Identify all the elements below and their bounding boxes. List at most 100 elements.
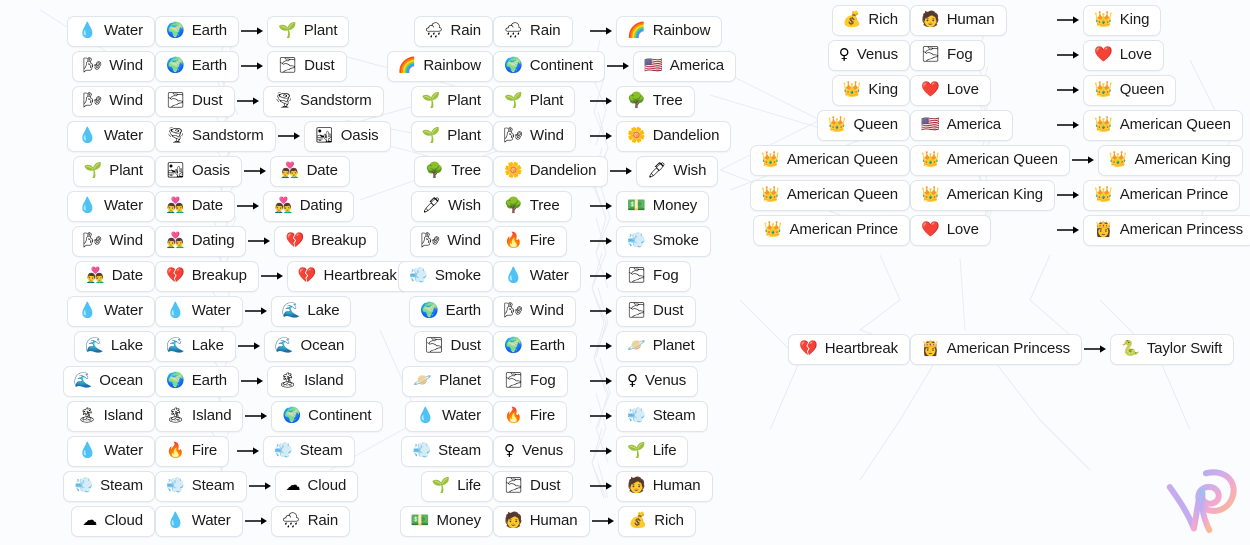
- element-card-oasis[interactable]: 🏜 Oasis: [155, 155, 242, 187]
- element-card-continent[interactable]: 🌍 Continent: [493, 50, 605, 82]
- element-card-rainbow[interactable]: 🌈 Rainbow: [616, 15, 723, 47]
- element-card-dating[interactable]: 👨‍❤️‍👨 Dating: [155, 225, 247, 257]
- element-card-venus[interactable]: ♀ Venus: [827, 39, 910, 71]
- element-card-american-queen[interactable]: 👑 American Queen: [1083, 109, 1243, 141]
- element-card-heartbreak[interactable]: 💔 Heartbreak: [788, 333, 910, 365]
- element-card-wind[interactable]: 🌬 Wind: [72, 85, 155, 117]
- element-card-rich[interactable]: 💰 Rich: [831, 4, 910, 36]
- element-card-water[interactable]: 💧 Water: [67, 190, 155, 222]
- element-card-cloud[interactable]: ☁ Cloud: [274, 470, 359, 502]
- element-card-plant[interactable]: 🌱 Plant: [410, 85, 493, 117]
- element-card-american-prince[interactable]: 👑 American Prince: [1083, 179, 1241, 211]
- element-card-ocean[interactable]: 🌊 Ocean: [263, 330, 357, 362]
- element-card-water[interactable]: 💧 Water: [67, 295, 155, 327]
- element-card-smoke[interactable]: 💨 Smoke: [398, 260, 493, 292]
- element-card-american-princess[interactable]: 👸 American Princess: [1083, 214, 1250, 246]
- element-card-america[interactable]: 🇺🇸 America: [910, 109, 1013, 141]
- element-card-human[interactable]: 🧑 Human: [910, 4, 1007, 36]
- element-card-steam[interactable]: 💨 Steam: [263, 435, 355, 467]
- element-card-wish[interactable]: 🖊 Wish: [411, 190, 493, 222]
- element-card-love[interactable]: ❤️ Love: [910, 214, 991, 246]
- element-card-venus[interactable]: ♀ Venus: [616, 365, 699, 397]
- element-card-dust[interactable]: 🌫 Dust: [616, 295, 696, 327]
- element-card-life[interactable]: 🌱 Life: [420, 470, 493, 502]
- element-card-sandstorm[interactable]: 🌪 Sandstorm: [155, 120, 276, 152]
- element-card-tree[interactable]: 🌳 Tree: [616, 85, 695, 117]
- element-card-rain[interactable]: 🌧 Rain: [413, 15, 493, 47]
- element-card-fog[interactable]: 🌫 Fog: [493, 365, 568, 397]
- element-card-tree[interactable]: 🌳 Tree: [414, 155, 493, 187]
- element-card-dust[interactable]: 🌫 Dust: [413, 330, 493, 362]
- element-card-american-prince[interactable]: 👑 American Prince: [752, 214, 910, 246]
- element-card-american-king[interactable]: 👑 American King: [910, 179, 1055, 211]
- element-card-sandstorm[interactable]: 🌪 Sandstorm: [263, 85, 384, 117]
- element-card-queen[interactable]: 👑 Queen: [1083, 74, 1177, 106]
- element-card-fire[interactable]: 🔥 Fire: [155, 435, 230, 467]
- element-card-breakup[interactable]: 💔 Breakup: [155, 260, 259, 292]
- element-card-smoke[interactable]: 💨 Smoke: [616, 225, 711, 257]
- element-card-wind[interactable]: 🌬 Wind: [410, 225, 493, 257]
- element-card-wind[interactable]: 🌬 Wind: [72, 50, 155, 82]
- element-card-american-queen[interactable]: 👑 American Queen: [910, 144, 1070, 176]
- element-card-plant[interactable]: 🌱 Plant: [493, 85, 576, 117]
- element-card-water[interactable]: 💧 Water: [493, 260, 581, 292]
- element-card-island[interactable]: 🏝 Island: [267, 365, 356, 397]
- element-card-water[interactable]: 💧 Water: [67, 120, 155, 152]
- element-card-wind[interactable]: 🌬 Wind: [493, 120, 576, 152]
- element-card-fog[interactable]: 🌫 Fog: [616, 260, 691, 292]
- element-card-love[interactable]: ❤️ Love: [1083, 39, 1164, 71]
- element-card-steam[interactable]: 💨 Steam: [616, 400, 708, 432]
- element-card-plant[interactable]: 🌱 Plant: [267, 15, 350, 47]
- element-card-steam[interactable]: 💨 Steam: [155, 470, 247, 502]
- element-card-earth[interactable]: 🌍 Earth: [155, 15, 240, 47]
- element-card-wind[interactable]: 🌬 Wind: [493, 295, 576, 327]
- element-card-water[interactable]: 💧 Water: [67, 435, 155, 467]
- element-card-earth[interactable]: 🌍 Earth: [155, 365, 240, 397]
- element-card-king[interactable]: 👑 King: [831, 74, 910, 106]
- element-card-dandelion[interactable]: 🌼 Dandelion: [493, 155, 609, 187]
- element-card-american-princess[interactable]: 👸 American Princess: [910, 333, 1083, 365]
- element-card-island[interactable]: 🏝 Island: [66, 400, 155, 432]
- element-card-love[interactable]: ❤️ Love: [910, 74, 991, 106]
- element-card-king[interactable]: 👑 King: [1083, 4, 1162, 36]
- element-card-fire[interactable]: 🔥 Fire: [493, 225, 568, 257]
- element-card-breakup[interactable]: 💔 Breakup: [274, 225, 379, 257]
- element-card-wish[interactable]: 🖊 Wish: [636, 155, 719, 187]
- element-card-lake[interactable]: 🌊 Lake: [155, 330, 236, 362]
- element-card-lake[interactable]: 🌊 Lake: [270, 295, 352, 327]
- element-card-american-queen[interactable]: 👑 American Queen: [750, 144, 910, 176]
- element-card-dandelion[interactable]: 🌼 Dandelion: [616, 120, 732, 152]
- element-card-plant[interactable]: 🌱 Plant: [72, 155, 155, 187]
- element-card-rainbow[interactable]: 🌈 Rainbow: [386, 50, 493, 82]
- element-card-lake[interactable]: 🌊 Lake: [74, 330, 155, 362]
- element-card-water[interactable]: 💧 Water: [67, 15, 155, 47]
- element-card-queen[interactable]: 👑 Queen: [816, 109, 910, 141]
- element-card-cloud[interactable]: ☁ Cloud: [71, 505, 155, 537]
- element-card-continent[interactable]: 🌍 Continent: [271, 400, 384, 432]
- element-card-plant[interactable]: 🌱 Plant: [410, 120, 493, 152]
- element-card-oasis[interactable]: 🏜 Oasis: [303, 120, 391, 152]
- element-card-taylor-swift[interactable]: 🐍 Taylor Swift: [1110, 333, 1235, 365]
- element-card-venus[interactable]: ♀ Venus: [493, 435, 576, 467]
- element-card-tree[interactable]: 🌳 Tree: [493, 190, 572, 222]
- element-card-wind[interactable]: 🌬 Wind: [72, 225, 155, 257]
- element-card-water[interactable]: 💧 Water: [155, 505, 243, 537]
- element-card-dust[interactable]: 🌫 Dust: [267, 50, 347, 82]
- element-card-date[interactable]: 👨‍❤️‍👨 Date: [269, 155, 350, 187]
- element-card-dating[interactable]: 👨‍❤️‍👨 Dating: [263, 190, 355, 222]
- element-card-dust[interactable]: 🌫 Dust: [493, 470, 573, 502]
- element-card-fog[interactable]: 🌫 Fog: [910, 39, 985, 71]
- element-card-rain[interactable]: 🌧 Rain: [493, 15, 573, 47]
- element-card-earth[interactable]: 🌍 Earth: [493, 330, 578, 362]
- element-card-island[interactable]: 🏝 Island: [155, 400, 244, 432]
- element-card-steam[interactable]: 💨 Steam: [401, 435, 493, 467]
- element-card-life[interactable]: 🌱 Life: [616, 435, 689, 467]
- element-card-money[interactable]: 💵 Money: [399, 505, 493, 537]
- element-card-human[interactable]: 🧑 Human: [493, 505, 590, 537]
- element-card-dust[interactable]: 🌫 Dust: [155, 85, 235, 117]
- element-card-fire[interactable]: 🔥 Fire: [493, 400, 568, 432]
- element-card-water[interactable]: 💧 Water: [405, 400, 493, 432]
- element-card-human[interactable]: 🧑 Human: [616, 470, 713, 502]
- element-card-money[interactable]: 💵 Money: [616, 190, 710, 222]
- element-card-planet[interactable]: 🪐 Planet: [402, 365, 493, 397]
